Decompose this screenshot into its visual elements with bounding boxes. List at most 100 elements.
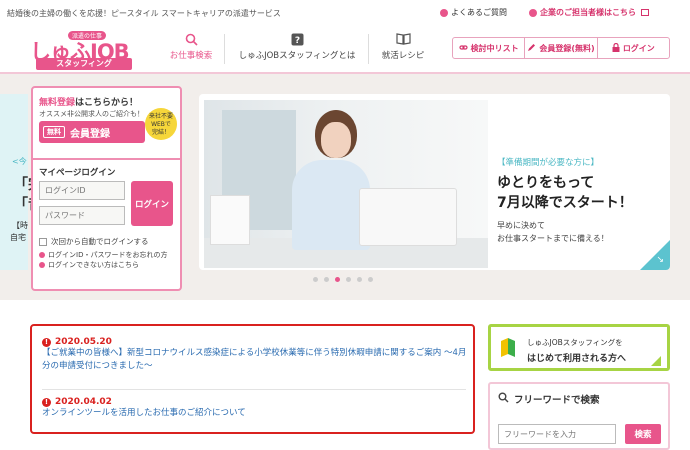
forgot-credentials-link[interactable]: ログインID・パスワードをお忘れの方 — [39, 250, 167, 260]
bullet-icon — [39, 252, 45, 258]
link-icon — [459, 43, 468, 54]
bullet-icon — [529, 8, 537, 17]
carousel-dot[interactable] — [357, 277, 362, 282]
password-input[interactable] — [39, 206, 125, 225]
news-item: ! 2020.05.20 【ご就業中の皆様へ】新型コロナウイルス感染症による小学校… — [42, 337, 473, 373]
nav-about-label: しゅふJOBスタッフィングとは — [238, 51, 356, 61]
slide-subtext-1: 早めに決めて — [497, 221, 545, 230]
carousel-active-slide[interactable]: 【準備期間が必要な方に】 ゆとりをもって 7月以降でスタート！ 早めに決めて お… — [199, 94, 670, 270]
book-icon — [372, 32, 434, 46]
auto-login-label: 次回から自動でログインする — [51, 237, 149, 246]
carousel-dot[interactable] — [313, 277, 318, 282]
freeword-input[interactable] — [498, 424, 616, 444]
nav-job-search[interactable]: お仕事検索 — [160, 32, 222, 66]
prev-slide-category: <今 — [12, 157, 27, 166]
expand-arrow-icon: ↘ — [656, 255, 664, 265]
cannot-login-label: ログインできない方はこちら — [48, 261, 139, 269]
site-logo[interactable]: 派遣の仕事 しゅふJOB スタッフィング — [30, 31, 140, 70]
slide-photo — [204, 100, 488, 268]
news-date: ! 2020.05.20 — [42, 337, 473, 347]
web-badge-line: WEBで — [151, 121, 171, 128]
alert-icon: ! — [42, 337, 51, 347]
carousel-indicators — [313, 277, 373, 282]
freeword-search-box: フリーワードで検索 検索 — [488, 382, 670, 450]
news-link[interactable]: オンラインツールを活用したお仕事のご紹介について — [42, 408, 246, 418]
news-divider — [42, 389, 466, 390]
mypage-login-title: マイページログイン — [39, 168, 116, 178]
slide-subtext-2: お仕事スタートまでに備える！ — [497, 234, 609, 243]
login-label: ログイン — [622, 43, 655, 53]
news-date-text: 2020.04.02 — [55, 397, 112, 407]
register-description: オススメ非公開求人のご紹介も！ — [39, 110, 144, 118]
register-title-rest: はこちらから！ — [75, 98, 139, 108]
forgot-credentials-label: ログインID・パスワードをお忘れの方 — [48, 251, 168, 259]
login-button[interactable]: ログイン — [598, 38, 669, 58]
register-label: 会員登録(無料) — [539, 43, 595, 53]
beginner-line-2: はじめて利用される方へ — [527, 354, 627, 364]
carousel-dot[interactable] — [335, 277, 340, 282]
news-item: ! 2020.04.02 オンラインツールを活用したお仕事のご紹介について — [42, 397, 246, 420]
register-title-highlight: 無料登録 — [39, 98, 76, 108]
faq-label: よくあるご質問 — [451, 8, 507, 17]
prev-slide-sub2: 自宅 — [10, 233, 26, 242]
nav-divider — [224, 34, 225, 64]
web-complete-badge: 来社不要 WEBで 完結！ — [145, 108, 177, 140]
slide-headline-2: 7月以降でスタート！ — [497, 195, 633, 211]
search-icon — [498, 392, 509, 406]
freeword-search-button[interactable]: 検索 — [625, 424, 661, 444]
logo-sub: スタッフィング — [36, 58, 132, 70]
nav-divider — [368, 34, 369, 64]
corner-arrow-icon — [651, 356, 661, 366]
checkbox-icon[interactable] — [39, 237, 47, 246]
favorites-label: 検討中リスト — [470, 43, 519, 53]
member-register-label: 会員登録 — [70, 128, 110, 140]
slide-category: 【準備期間が必要な方に】 — [497, 158, 600, 168]
web-badge-line: 来社不要 — [148, 113, 173, 120]
nav-recipe-label: 就活レシピ — [381, 51, 425, 61]
cannot-login-link[interactable]: ログインできない方はこちら — [39, 260, 139, 270]
carousel-dot[interactable] — [368, 277, 373, 282]
nav-job-search-label: お仕事検索 — [169, 51, 213, 61]
external-link-icon — [641, 9, 649, 16]
nav-about[interactable]: ? しゅふJOBスタッフィングとは — [228, 32, 366, 66]
photo-person-face — [321, 122, 351, 158]
carousel-dot[interactable] — [346, 277, 351, 282]
auto-login-checkbox[interactable]: 次回から自動でログインする — [39, 236, 149, 247]
carousel-dot[interactable] — [324, 277, 329, 282]
question-icon: ? — [228, 32, 366, 46]
carousel-prev-slide[interactable]: <今 「完 「昔 【時 自宅 — [0, 94, 42, 270]
register-title: 無料登録はこちらから！ — [39, 95, 138, 108]
login-panel: 無料登録はこちらから！ オススメ非公開求人のご紹介も！ 無料 会員登録 来社不要… — [31, 86, 182, 291]
svg-text:?: ? — [294, 36, 299, 46]
freeword-title: フリーワードで検索 — [498, 392, 600, 406]
corporate-link[interactable]: 企業のご担当者様はこちら — [529, 7, 649, 18]
faq-link[interactable]: よくあるご質問 — [440, 7, 507, 18]
news-box: ! 2020.05.20 【ご就業中の皆様へ】新型コロナウイルス感染症による小学校… — [30, 324, 475, 434]
lock-icon — [612, 42, 620, 54]
nav-recipe[interactable]: 就活レシピ — [372, 32, 434, 66]
web-badge-line: 完結！ — [151, 129, 170, 136]
beginner-mark-icon — [501, 338, 515, 357]
pencil-icon — [527, 43, 536, 54]
news-date: ! 2020.04.02 — [42, 397, 246, 407]
favorites-button[interactable]: 検討中リスト — [453, 38, 526, 58]
header-buttons: 検討中リスト 会員登録(無料) ログイン — [452, 37, 670, 59]
beginner-line-1: しゅふJOBスタッフィングを — [527, 338, 623, 347]
register-button[interactable]: 会員登録(無料) — [525, 38, 598, 58]
corporate-label: 企業のご担当者様はこちら — [540, 8, 636, 17]
panel-divider — [33, 158, 180, 160]
alert-icon: ! — [42, 397, 51, 407]
beginner-banner[interactable]: しゅふJOBスタッフィングを はじめて利用される方へ — [488, 324, 670, 371]
bullet-icon — [39, 262, 45, 268]
login-id-input[interactable] — [39, 181, 125, 200]
bullet-icon — [440, 8, 448, 17]
free-badge: 無料 — [43, 126, 65, 138]
mypage-login-button[interactable]: ログイン — [131, 181, 173, 226]
news-date-text: 2020.05.20 — [55, 337, 112, 347]
site-tagline: 結婚後の主婦の働くを応援！ピースタイル スマートキャリアの派遣サービス — [7, 9, 281, 18]
photo-monitor — [210, 195, 250, 245]
site-header: 派遣の仕事 しゅふJOB スタッフィング お仕事検索 ? しゅふJOBスタッフィ… — [0, 26, 690, 72]
news-link[interactable]: 【ご就業中の皆様へ】新型コロナウイルス感染症による小学校休業等に伴う特別休暇申請… — [42, 348, 466, 371]
search-icon — [160, 32, 222, 46]
member-register-button[interactable]: 無料 会員登録 — [39, 121, 145, 143]
